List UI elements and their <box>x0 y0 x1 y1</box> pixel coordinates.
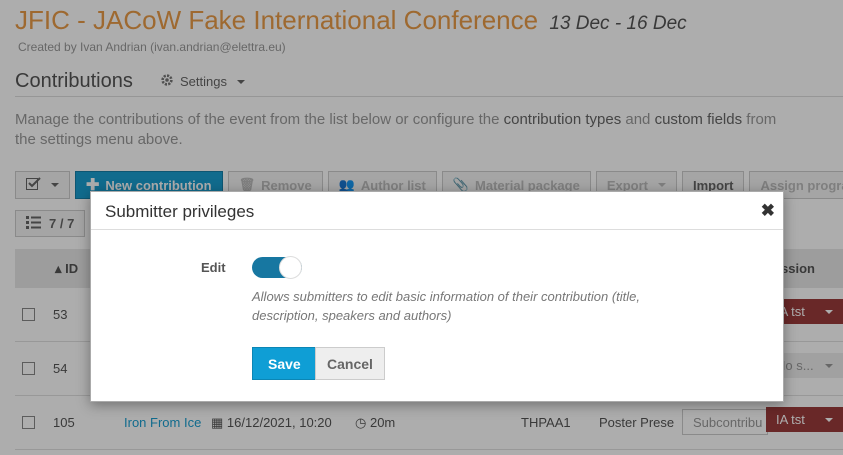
edit-help-text: Allows submitters to edit basic informat… <box>252 289 641 323</box>
toggle-knob <box>279 256 302 279</box>
edit-field-label: Edit <box>201 260 226 275</box>
submitter-privileges-dialog: Submitter privileges ✖ Edit Allows submi… <box>90 191 784 402</box>
save-button[interactable]: Save <box>252 347 317 380</box>
edit-toggle[interactable] <box>252 256 302 279</box>
close-icon[interactable]: ✖ <box>761 201 775 221</box>
dialog-title: Submitter privileges <box>105 202 255 221</box>
cancel-button[interactable]: Cancel <box>315 347 385 380</box>
dialog-header: Submitter privileges ✖ <box>91 192 783 230</box>
